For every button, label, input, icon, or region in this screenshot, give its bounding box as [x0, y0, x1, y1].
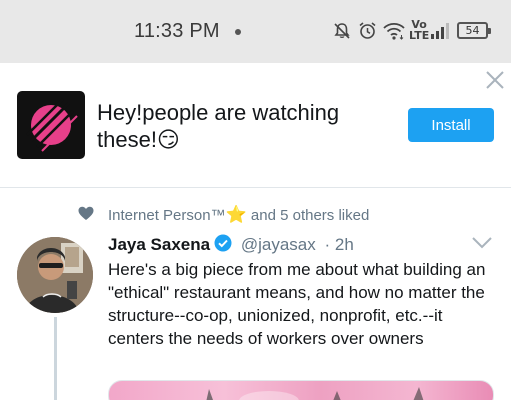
chevron-down-icon[interactable]	[471, 236, 493, 250]
mute-icon	[334, 23, 350, 39]
tweet-header: Jaya Saxena @jayasax · 2h	[108, 234, 354, 256]
verified-badge-icon	[214, 234, 232, 252]
avatar[interactable]	[17, 237, 93, 313]
close-icon[interactable]	[484, 69, 506, 91]
notification-dot	[235, 29, 241, 35]
alarm-icon	[359, 22, 376, 39]
meta-separator: ·	[324, 235, 331, 254]
author-name[interactable]: Jaya Saxena	[108, 235, 210, 254]
author-handle[interactable]: @jayasax	[241, 235, 316, 254]
signal-icon	[431, 23, 449, 39]
liked-by-suffix: and 5 others liked	[250, 207, 370, 224]
battery-icon: 54	[457, 22, 491, 39]
thread-line	[54, 317, 57, 400]
liked-by-name[interactable]: Internet Person™	[108, 207, 226, 224]
install-banner: Hey!people are watching these!😏 Install	[0, 63, 511, 188]
status-bar: 11:33 PM Vo LTE 54	[0, 0, 511, 63]
star-icon: ⭐	[225, 205, 247, 224]
status-time: 11:33 PM	[134, 20, 220, 42]
app-logo	[17, 91, 85, 159]
tweet-image[interactable]	[108, 380, 494, 400]
install-button[interactable]: Install	[408, 108, 494, 142]
banner-message: Hey!people are watching these!😏	[97, 100, 340, 152]
volte-indicator: Vo LTE	[409, 18, 430, 42]
heart-icon	[78, 206, 94, 220]
wifi-icon	[383, 22, 405, 40]
tweet-text: Here's a big piece from me about what bu…	[108, 260, 486, 348]
tweet-time[interactable]: 2h	[335, 235, 354, 254]
